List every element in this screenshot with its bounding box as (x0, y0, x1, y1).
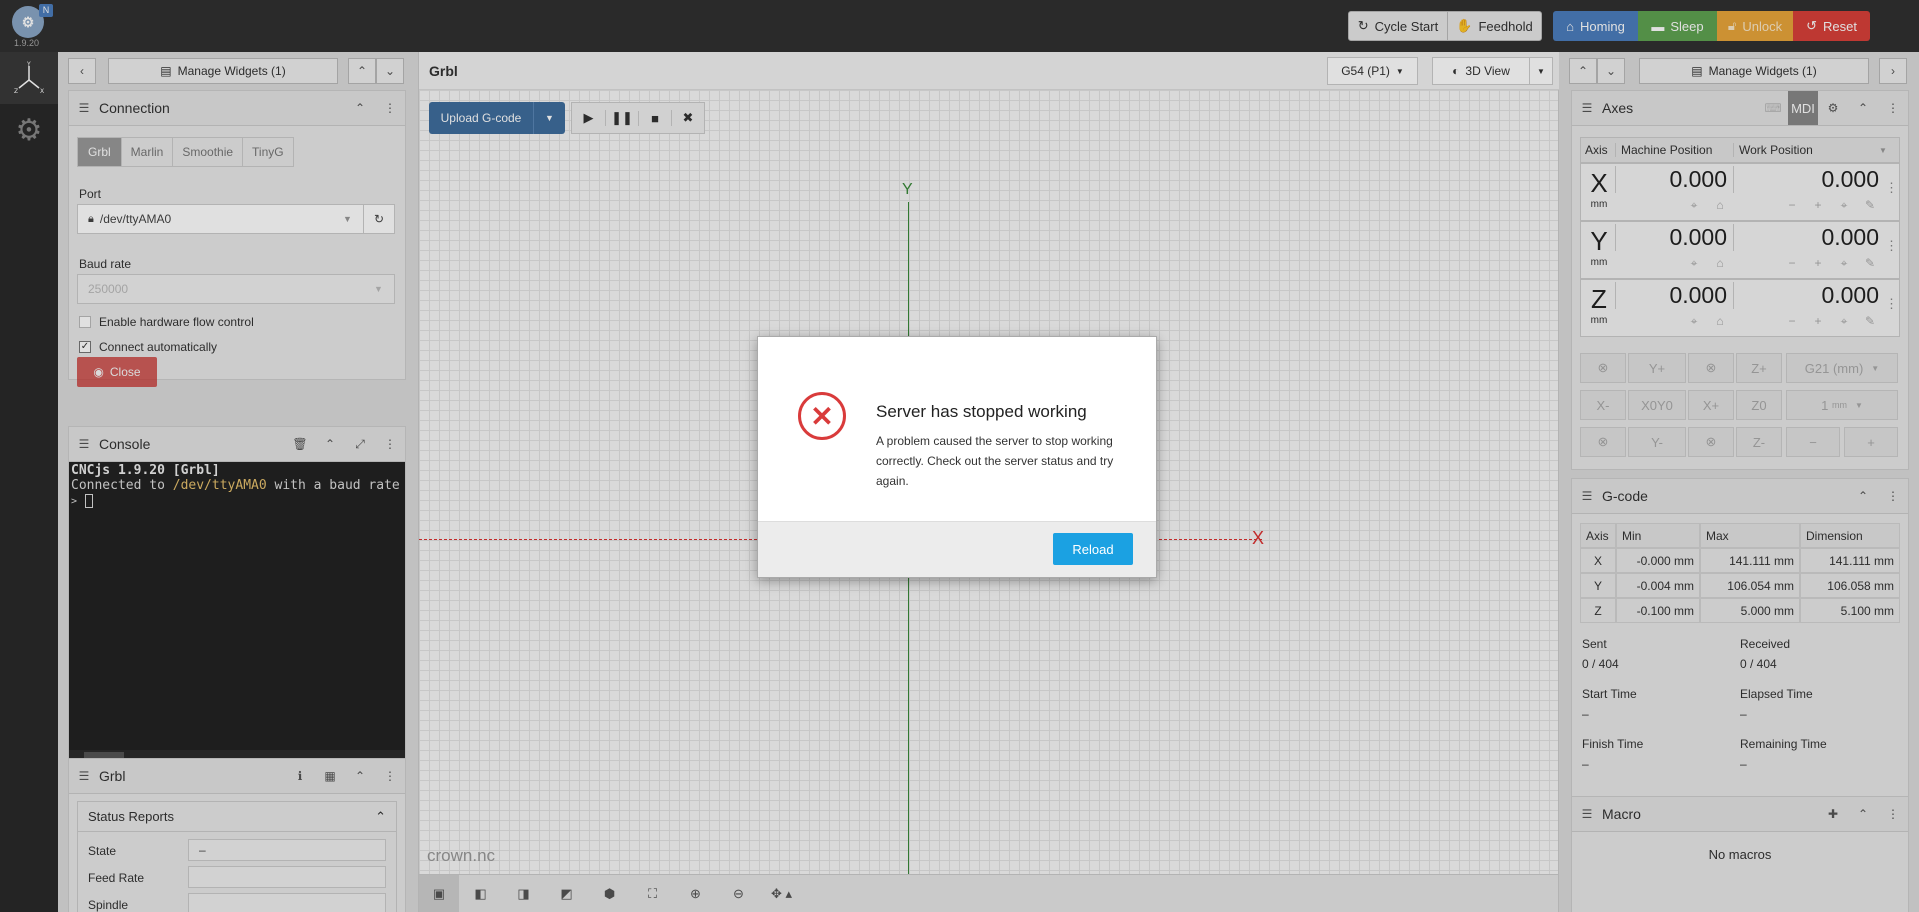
server-error-modal: ✕ Server has stopped working A problem c… (757, 336, 1157, 578)
modal-title: Server has stopped working (876, 402, 1087, 421)
error-icon: ✕ (798, 392, 846, 440)
modal-message: A problem caused the server to stop work… (876, 434, 1114, 488)
reload-button[interactable]: Reload (1053, 533, 1133, 565)
